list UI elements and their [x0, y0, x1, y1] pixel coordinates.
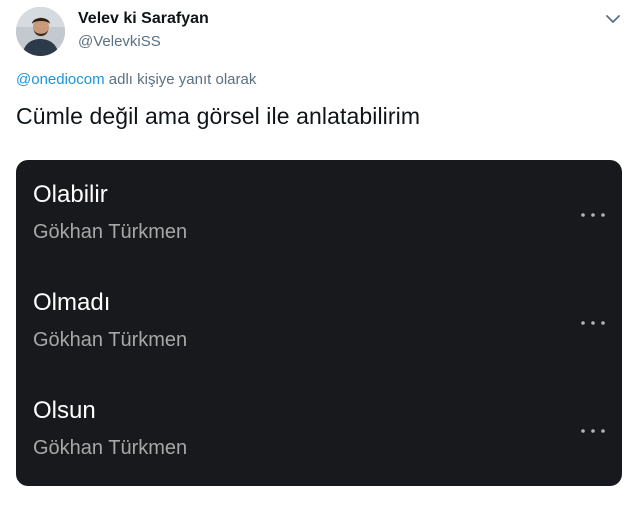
track-row[interactable]: Olsun Gökhan Türkmen [16, 394, 622, 486]
tweet: Velev ki Sarafyan @VelevkiSS @onediocom … [0, 0, 635, 508]
chevron-down-icon[interactable] [604, 12, 622, 26]
author-handle[interactable]: @VelevkiSS [78, 33, 161, 50]
track-artist: Gökhan Türkmen [33, 329, 188, 351]
reply-context-suffix: adlı kişiye yanıt olarak [104, 71, 257, 88]
more-horizontal-icon[interactable] [579, 316, 607, 328]
track-artist: Gökhan Türkmen [33, 437, 188, 459]
track-artist: Gökhan Türkmen [33, 221, 188, 243]
track-row[interactable]: Olabilir Gökhan Türkmen [16, 178, 622, 278]
avatar-image [16, 7, 65, 56]
reply-context: @onediocom adlı kişiye yanıt olarak [16, 71, 256, 88]
more-horizontal-icon[interactable] [579, 208, 607, 220]
more-horizontal-icon[interactable] [579, 424, 607, 436]
track-title: Olabilir [33, 181, 108, 208]
reply-mention-link[interactable]: @onediocom [16, 71, 105, 88]
track-title: Olsun [33, 397, 96, 424]
tweet-text: Cümle değil ama görsel ile anlatabilirim [16, 103, 421, 129]
media-card[interactable]: Olabilir Gökhan Türkmen Olmadı Gökhan Tü… [16, 160, 622, 486]
track-row[interactable]: Olmadı Gökhan Türkmen [16, 286, 622, 386]
author-display-name[interactable]: Velev ki Sarafyan [78, 10, 209, 28]
track-title: Olmadı [33, 289, 111, 316]
avatar[interactable] [16, 7, 65, 56]
